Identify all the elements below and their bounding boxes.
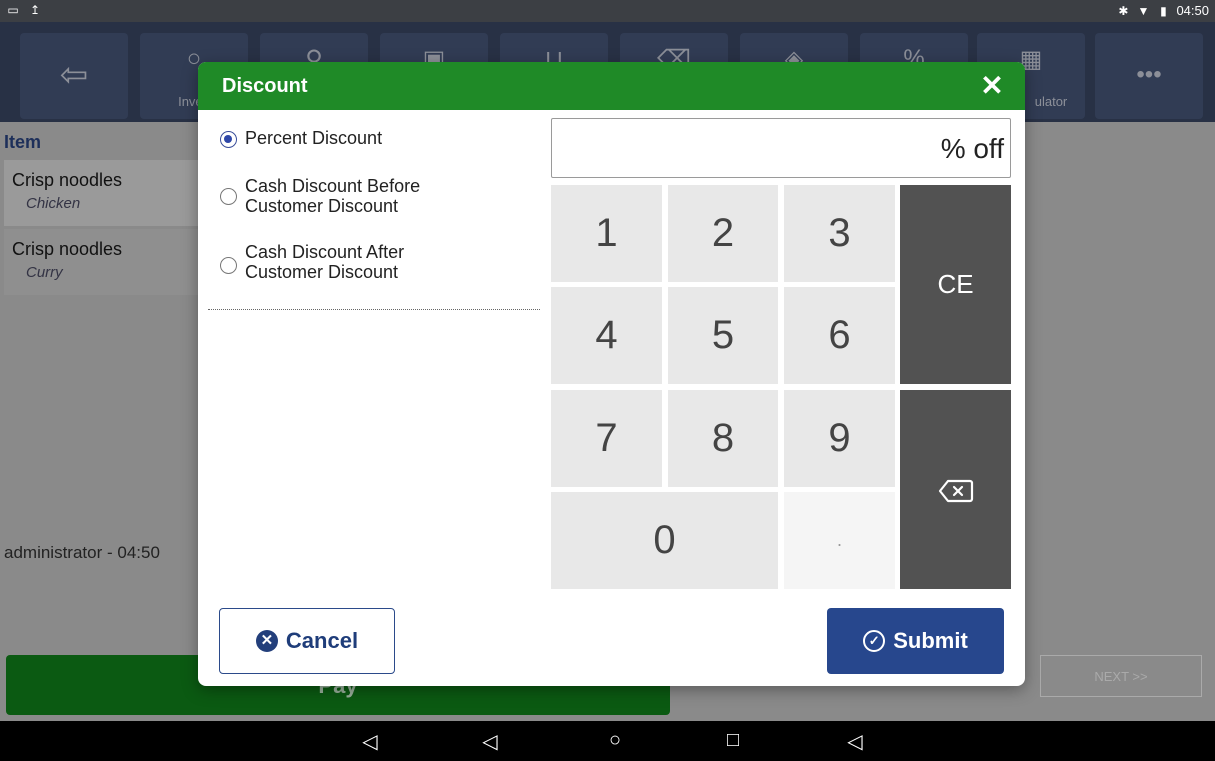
status-bar: ▭ ↥ ✱ ▼ ▮ 04:50 <box>0 0 1215 22</box>
android-nav-bar: ◁ ◁ ○ □ ◁ <box>0 721 1215 761</box>
next-button[interactable]: NEXT >> <box>1040 655 1202 697</box>
volume-down-icon[interactable]: ◁ <box>355 729 385 754</box>
item-name: Crisp noodles <box>12 170 123 190</box>
discount-dialog: Discount ✕ Percent Discount Cash Discoun… <box>198 62 1025 686</box>
key-1[interactable]: 1 <box>551 185 662 282</box>
item-option: Chicken <box>26 195 81 212</box>
cash-discount-after-option[interactable]: Cash Discount After Customer Discount <box>220 242 404 282</box>
radio-button[interactable] <box>220 188 237 205</box>
backspace-icon <box>938 480 973 503</box>
percent-discount-option[interactable]: Percent Discount <box>220 128 382 148</box>
dialog-title: Discount <box>222 75 308 97</box>
decimal-key[interactable]: . <box>784 492 895 589</box>
more-button[interactable]: ••• <box>1095 33 1203 119</box>
cash-discount-before-option[interactable]: Cash Discount Before Customer Discount <box>220 176 420 216</box>
back-arrow-icon: ⇦ <box>59 56 89 94</box>
close-icon[interactable]: ✕ <box>977 71 1007 101</box>
key-9[interactable]: 9 <box>784 390 895 487</box>
back-button[interactable]: ⇦ <box>20 33 128 119</box>
user-time-label: administrator - 04:50 <box>4 543 160 562</box>
volume-up-icon[interactable]: ◁ <box>840 729 870 754</box>
key-2[interactable]: 2 <box>668 185 778 282</box>
option-label-line2: Customer Discount <box>245 262 399 282</box>
back-nav-icon[interactable]: ◁ <box>475 729 505 754</box>
submit-label: Submit <box>893 628 968 653</box>
key-4[interactable]: 4 <box>551 287 662 384</box>
cancel-label: Cancel <box>285 628 359 653</box>
battery-icon: ▮ <box>1160 3 1167 18</box>
status-time: 04:50 <box>1176 3 1209 18</box>
cancel-button[interactable]: ✕ Cancel <box>219 608 395 674</box>
key-8[interactable]: 8 <box>668 390 778 487</box>
recents-nav-icon[interactable]: □ <box>718 729 748 752</box>
item-option: Curry <box>26 264 63 281</box>
radio-button[interactable] <box>220 257 237 274</box>
ce-button[interactable]: CE <box>900 185 1011 384</box>
wifi-icon: ▼ <box>1137 3 1150 18</box>
submit-button[interactable]: ✓ Submit <box>827 608 1004 674</box>
cancel-circle-icon: ✕ <box>255 630 278 652</box>
check-circle-icon: ✓ <box>863 630 886 652</box>
list-item[interactable]: Crisp noodles Curry <box>4 229 204 295</box>
item-name: Crisp noodles <box>12 239 123 259</box>
list-item[interactable]: Crisp noodles Chicken <box>4 160 204 226</box>
upload-icon: ↥ <box>29 3 41 17</box>
home-nav-icon[interactable]: ○ <box>600 729 630 752</box>
key-6[interactable]: 6 <box>784 287 895 384</box>
option-label: Percent Discount <box>245 128 383 148</box>
key-7[interactable]: 7 <box>551 390 662 487</box>
key-5[interactable]: 5 <box>668 287 778 384</box>
option-label: Cash Discount Before Customer Discount <box>245 176 420 216</box>
key-3[interactable]: 3 <box>784 185 895 282</box>
option-label: Cash Discount After Customer Discount <box>245 242 404 282</box>
option-label-line2: Customer Discount <box>245 196 399 216</box>
key-0[interactable]: 0 <box>551 492 778 589</box>
backspace-button[interactable] <box>900 390 1011 589</box>
dialog-header: Discount ✕ <box>198 62 1025 110</box>
discount-amount-field[interactable]: % off <box>551 118 1011 178</box>
screenshot-icon: ▭ <box>7 3 19 17</box>
divider <box>208 309 540 310</box>
option-label-line1: Cash Discount After <box>245 242 405 262</box>
bluetooth-icon: ✱ <box>1118 3 1129 18</box>
option-label-line1: Cash Discount Before <box>245 176 421 196</box>
more-icon: ••• <box>1136 61 1162 88</box>
items-column-header: Item <box>4 132 42 152</box>
radio-button[interactable] <box>220 131 237 148</box>
